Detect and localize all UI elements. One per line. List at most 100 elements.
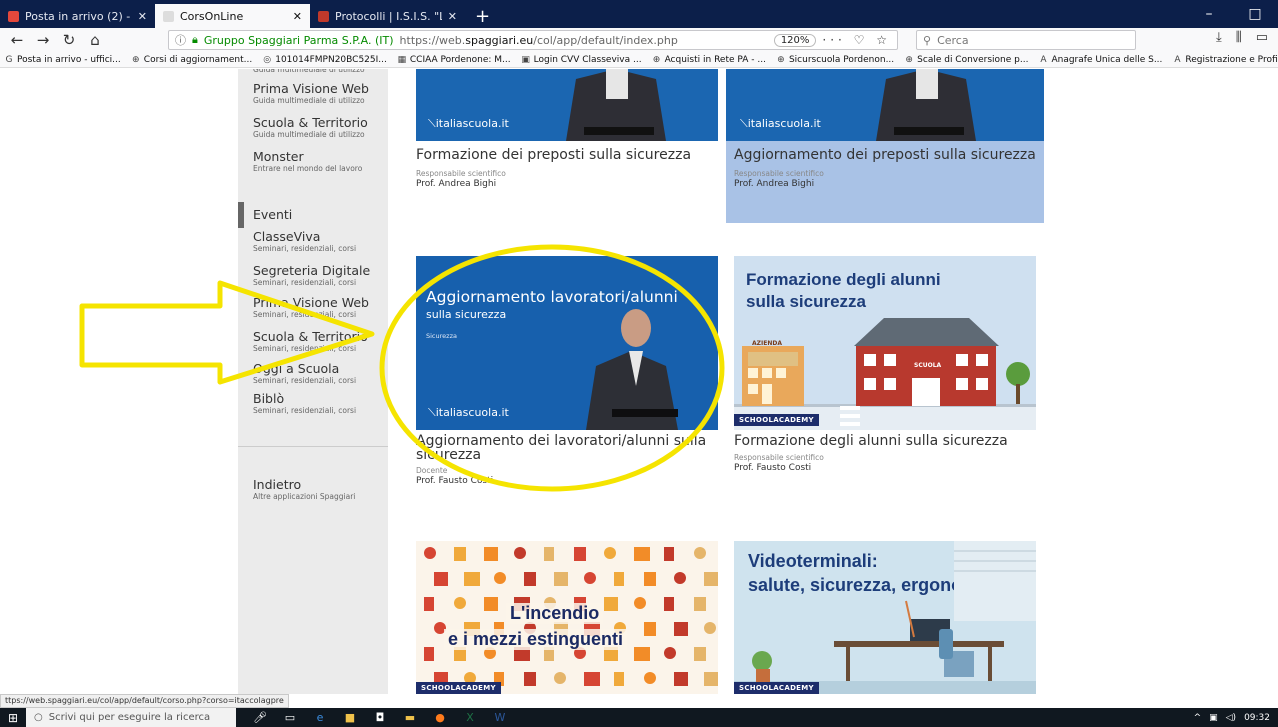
window-controls: – □ [1186,0,1278,28]
info-icon[interactable]: ⓘ [175,32,186,48]
sidebar-item-indietro[interactable]: Indietro Altre applicazioni Spaggiari [253,477,383,502]
pattern-shape [584,672,600,686]
course-title[interactable]: Formazione degli alunni sulla sicurezza [734,434,1034,448]
pattern-shape [694,647,706,661]
course-thumbnail[interactable]: Formazione degli alunni sulla sicurezza … [734,256,1036,430]
tab-protocolli[interactable]: Protocolli | I.S.I.S. "Lino Zanuss ✕ [310,4,465,28]
firefox-icon[interactable]: ● [432,711,448,725]
pattern-shape [604,547,616,559]
sidebar-item-segreteria-digitale[interactable]: Segreteria Digitale Seminari, residenzial… [253,263,383,288]
course-thumbnail[interactable]: Videoterminali: salute, sicurezza, ergon… [734,541,1036,694]
tab-posta[interactable]: Posta in arrivo (2) - ufficiotecn ✕ [0,4,155,28]
clock[interactable]: 09:32 [1244,713,1270,723]
bookmark-icon: ◎ [263,54,272,65]
folder-icon[interactable]: ▬ [402,711,418,725]
sidebar-item-classeviva[interactable]: ClasseViva Seminari, residenziali, corsi [253,229,383,254]
banner-title-line2: e i mezzi estinguenti [444,629,628,650]
forward-arrow-icon[interactable]: → [32,29,54,51]
search-input[interactable]: ⚲ Cerca [916,30,1136,50]
pattern-shape [634,647,650,661]
chevron-up-icon[interactable]: ^ [1194,713,1202,723]
bookmark-item[interactable]: A Registrazione e Profila... [1172,55,1278,65]
download-icon[interactable]: ⤓ [1216,30,1222,45]
pattern-shape [484,597,498,611]
windows-start-icon[interactable]: ⊞ [0,708,26,727]
pattern-shape [524,572,536,586]
bookmark-item[interactable]: ⊕ Sicurscuola Pordenon... [776,55,894,65]
brand-logo: ⟍italiascuola.it [740,117,821,130]
new-tab-button[interactable]: + [465,4,500,28]
excel-icon[interactable]: X [462,711,478,725]
navigation-toolbar: ← → ↻ ⌂ ⓘ 🔒︎ Gruppo Spaggiari Parma S.P.… [0,28,1278,52]
toolbar-right: ⤓ ⫼ ▭ [1216,30,1268,45]
bookmark-label: Corsi di aggiornament... [143,54,253,65]
library-icon[interactable]: ⫼ [1236,30,1242,45]
pattern-shape [664,597,674,611]
pattern-shape [634,597,646,609]
back-arrow-icon[interactable]: ← [6,29,28,51]
sidebar-item-biblo[interactable]: Biblò Seminari, residenziali, corsi [253,391,383,416]
tab-label: Protocolli | I.S.I.S. "Lino Zanuss [335,9,442,23]
bookmark-item[interactable]: A Anagrafe Unica delle S... [1038,55,1162,65]
volume-icon[interactable]: ◁) [1226,713,1236,723]
sidebar-item-oggi-a-scuola[interactable]: Oggi a Scuola Seminari, residenziali, cor… [253,361,383,386]
close-icon[interactable]: ✕ [448,10,457,23]
store-icon[interactable]: ◘ [372,711,388,725]
course-title[interactable]: Formazione dei preposti sulla sicurezza [416,148,726,162]
minimize-icon[interactable]: – [1186,0,1232,28]
course-thumbnail[interactable]: L'incendio e i mezzi estinguenti SCHOOLA… [416,541,718,694]
home-icon[interactable]: ⌂ [84,29,106,51]
bookmark-item[interactable]: ◎ 101014FMPN20BC525I... [262,55,387,65]
sidebar-item-prima-visione-web[interactable]: Prima Visione Web Guida multimediale di u… [253,81,383,106]
pattern-shape [674,572,686,584]
microphone-icon[interactable]: 🎤︎ [252,711,268,725]
sidebar-item-monster[interactable]: Monster Entrare nel mondo del lavoro [253,149,383,174]
maximize-icon[interactable]: □ [1232,0,1278,28]
bookmark-icon: ⊕ [777,54,785,65]
taskbar-search-input[interactable]: ○ Scrivi qui per eseguire la ricerca [26,708,236,727]
pattern-shape [704,672,718,686]
course-thumbnail[interactable]: ⟍italiascuola.it [416,69,718,141]
pattern-shape [464,572,480,586]
bookmark-label: CCIAA Pordenone: M... [409,54,511,65]
page-content: Guida multimediale di utilizzo Prima Vis… [0,69,1278,694]
pattern-shape [694,597,706,611]
address-bar[interactable]: ⓘ 🔒︎ Gruppo Spaggiari Parma S.P.A. (IT) … [168,30,898,50]
pattern-shape [604,597,618,611]
presenter-photo [586,309,678,430]
edge-icon[interactable]: e [312,711,328,725]
pattern-shape [434,572,448,586]
page-actions[interactable]: ··· ♡ ☆ [822,33,891,47]
sign-azienda: AZIENDA [752,340,782,347]
sidebar-item-scuola-territorio-eventi[interactable]: Scuola & Territorio Seminari, residenzial… [253,329,383,354]
close-icon[interactable]: ✕ [293,10,302,23]
pattern-shape [554,572,568,586]
bookmark-item[interactable]: ▦ CCIAA Pordenone: M... [397,55,511,65]
zoom-level[interactable]: 120% [773,33,817,47]
course-title[interactable]: Aggiornamento dei preposti sulla sicurez… [734,148,1044,162]
lock-icon: 🔒︎ [192,33,198,46]
course-card-selected[interactable]: ⟍italiascuola.it Aggiornamento dei prepo… [726,69,1044,223]
task-view-icon[interactable]: ▭ [282,711,298,725]
sidebar-toggle-icon[interactable]: ▭ [1256,30,1268,45]
url-text[interactable]: https://web.spaggiari.eu/col/app/default… [400,34,768,47]
sidebar-item-scuola-territorio[interactable]: Scuola & Territorio Guida multimediale di… [253,115,383,140]
pattern-shape [664,647,676,659]
pattern-shape [584,572,596,584]
bookmark-item[interactable]: G Posta in arrivo - uffici... [4,55,121,65]
reload-icon[interactable]: ↻ [58,29,80,51]
bookmark-item[interactable]: ⊕ Scale di Conversione p... [904,55,1028,65]
sidebar-item-prima-visione-web-eventi[interactable]: Prima Visione Web Seminari, residenziali,… [253,295,383,320]
close-icon[interactable]: ✕ [138,10,147,23]
bookmark-item[interactable]: ▣ Login CVV Classeviva ... [521,55,641,65]
bookmark-item[interactable]: ⊕ Corsi di aggiornament... [131,55,252,65]
link-status-bar: ttps://web.spaggiari.eu/col/app/default/… [0,694,289,708]
course-title[interactable]: Aggiornamento dei lavoratori/alunni sull… [416,434,716,462]
course-thumbnail[interactable]: Aggiornamento lavoratori/alunni sulla si… [416,256,718,430]
bookmark-item[interactable]: ⊕ Acquisti in Rete PA - ... [652,55,766,65]
word-icon[interactable]: W [492,711,508,725]
pattern-shape [484,547,498,561]
network-icon[interactable]: ▣ [1209,713,1218,723]
tab-corsonline[interactable]: CorsOnLine ✕ [155,4,310,28]
file-explorer-icon[interactable]: ■ [342,711,358,725]
